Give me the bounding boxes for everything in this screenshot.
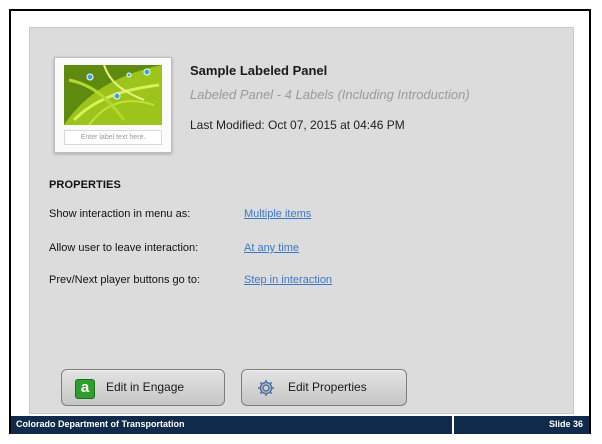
property-label-allow-leave: Allow user to leave interaction: [49,242,199,254]
slide-number: Slide 36 [548,419,583,429]
edit-properties-button[interactable]: Edit Properties [241,369,407,406]
interaction-thumbnail[interactable]: Enter label text here. [54,57,172,153]
property-link-allow-leave[interactable]: At any time [244,242,299,254]
property-link-prev-next[interactable]: Step in interaction [244,274,332,286]
property-link-show-in-menu[interactable]: Multiple items [244,208,311,220]
panel-title: Sample Labeled Panel [190,63,328,78]
green-leaves-image [64,65,162,125]
slide-footer: Colorado Department of Transportation Sl… [11,416,589,434]
panel-subtitle: Labeled Panel - 4 Labels (Including Intr… [190,87,470,102]
last-modified: Last Modified: Oct 07, 2015 at 04:46 PM [190,118,405,132]
thumbnail-label-placeholder: Enter label text here. [64,130,162,145]
gear-icon [256,378,276,398]
edit-in-engage-button[interactable]: a Edit in Engage [61,369,225,406]
properties-heading: PROPERTIES [49,179,121,191]
edit-properties-label: Edit Properties [288,380,367,394]
footer-organization: Colorado Department of Transportation [16,419,185,429]
edit-in-engage-label: Edit in Engage [106,380,185,394]
footer-divider [452,416,454,434]
property-label-show-in-menu: Show interaction in menu as: [49,208,191,220]
engage-a-icon: a [75,379,95,399]
property-label-prev-next: Prev/Next player buttons go to: [49,274,201,286]
